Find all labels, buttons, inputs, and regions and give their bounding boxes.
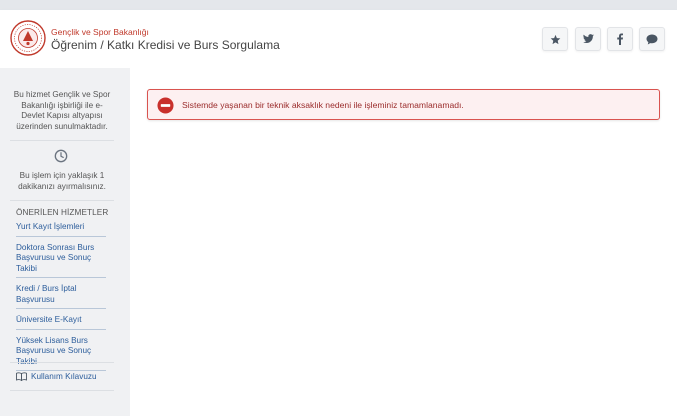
browser-top-strip xyxy=(0,0,677,10)
feedback-button[interactable] xyxy=(639,27,665,51)
page-header: Gençlik ve Spor Bakanlığı Öğrenim / Katk… xyxy=(0,10,677,68)
error-minus-circle-icon xyxy=(157,97,174,114)
favorite-button[interactable] xyxy=(542,27,568,51)
twitter-icon xyxy=(582,34,594,44)
facebook-icon xyxy=(617,33,623,45)
error-message: Sistemde yaşanan bir teknik aksaklık ned… xyxy=(182,100,464,110)
service-link-loan-cancel[interactable]: Kredi / Burs İptal Başvurusu xyxy=(16,283,106,309)
estimated-time-text: Bu işlem için yaklaşık 1 dakikanızı ayır… xyxy=(18,171,106,191)
ministry-name: Gençlik ve Spor Bakanlığı xyxy=(51,27,149,37)
speech-bubble-icon xyxy=(646,34,658,44)
service-link-university-ekayit[interactable]: Üniversite E-Kayıt xyxy=(16,314,106,330)
main-content: Sistemde yaşanan bir teknik aksaklık ned… xyxy=(130,68,677,416)
error-alert: Sistemde yaşanan bir teknik aksaklık ned… xyxy=(147,89,660,120)
sidebar: Bu hizmet Gençlik ve Spor Bakanlığı işbi… xyxy=(0,68,130,416)
user-guide-label: Kullanım Kılavuzu xyxy=(31,372,97,381)
service-link-masters-scholarship[interactable]: Yüksek Lisans Burs Başvurusu ve Sonuç Ta… xyxy=(16,335,106,371)
recommended-services-heading: ÖNERİLEN HİZMETLER xyxy=(16,208,109,217)
service-link-dormitory[interactable]: Yurt Kayıt İşlemleri xyxy=(16,221,106,237)
clock-icon xyxy=(54,149,68,163)
sidebar-divider xyxy=(10,362,114,363)
sidebar-divider xyxy=(10,200,114,201)
user-guide-link[interactable]: Kullanım Kılavuzu xyxy=(16,372,97,381)
star-icon xyxy=(550,34,560,44)
sidebar-divider xyxy=(10,390,114,391)
book-icon xyxy=(16,372,27,381)
recommended-services-list: Yurt Kayıt İşlemleri Doktora Sonrası Bur… xyxy=(16,221,106,376)
twitter-share-button[interactable] xyxy=(575,27,601,51)
facebook-share-button[interactable] xyxy=(607,27,633,51)
page-title: Öğrenim / Katkı Kredisi ve Burs Sorgulam… xyxy=(51,38,280,52)
ministry-logo-icon xyxy=(10,20,46,56)
sidebar-divider xyxy=(10,140,114,141)
service-link-postdoc-scholarship[interactable]: Doktora Sonrası Burs Başvurusu ve Sonuç … xyxy=(16,242,106,278)
service-info-text: Bu hizmet Gençlik ve Spor Bakanlığı işbi… xyxy=(13,90,111,131)
